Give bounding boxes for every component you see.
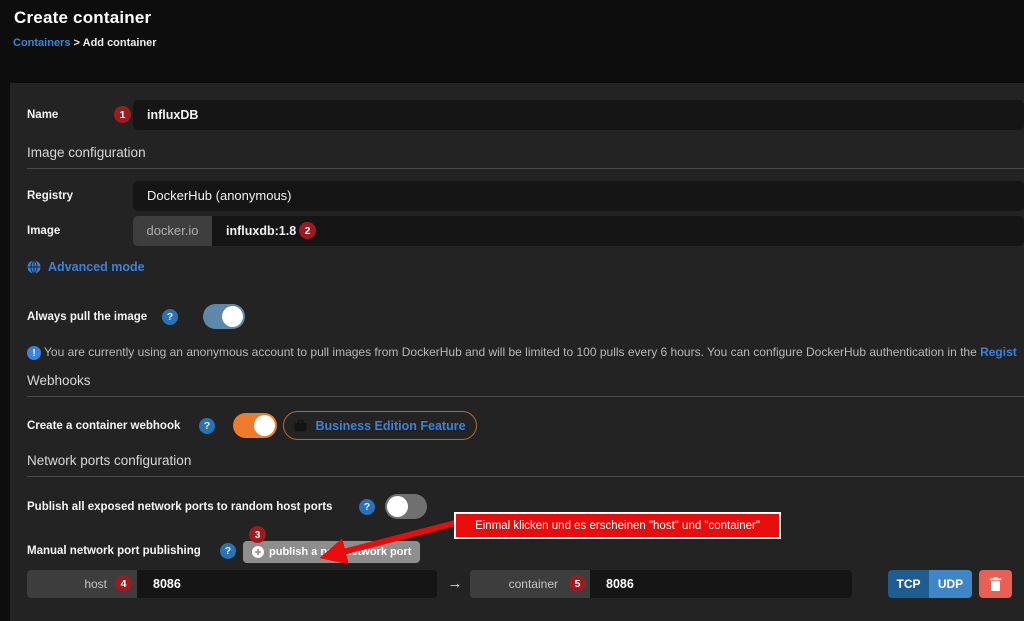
advanced-mode-label: Advanced mode [48,260,145,274]
create-webhook-toggle[interactable] [233,413,277,438]
manual-port-label: Manual network port publishing [27,545,201,557]
annotation-badge-3: 3 [249,526,266,543]
always-pull-help-icon[interactable]: ? [162,309,178,325]
image-input-group: docker.io influxdb:1.8 [133,216,1024,246]
be-feature-label: Business Edition Feature [315,419,465,433]
business-edition-feature-badge: Business Edition Feature [283,411,477,440]
breadcrumb-containers-link[interactable]: Containers [13,37,70,49]
publish-all-help-icon[interactable]: ? [359,499,375,515]
manual-port-help-icon[interactable]: ? [220,543,236,559]
always-pull-label: Always pull the image [27,311,147,323]
registries-link[interactable]: Regist [980,345,1017,359]
section-image-configuration: Image configuration [27,145,1024,169]
port-mapping-arrow-icon: → [444,570,466,598]
create-webhook-label: Create a container webhook [27,420,180,432]
advanced-mode-link[interactable]: Advanced mode [27,260,145,274]
annotation-badge-2: 2 [299,222,316,239]
breadcrumb-separator: > [74,37,80,49]
briefcase-icon [294,420,307,432]
delete-port-button[interactable] [979,570,1012,598]
toggle-knob [222,306,243,327]
annotation-badge-1: 1 [114,106,131,123]
registry-label: Registry [27,190,73,202]
tcp-button[interactable]: TCP [888,570,929,598]
annotation-badge-5: 5 [569,575,586,592]
page-title: Create container [14,8,151,28]
plus-circle-icon [252,546,264,558]
notice-text: You are currently using an anonymous acc… [44,345,980,359]
globe-icon [27,260,41,274]
trash-icon [989,577,1002,591]
name-input[interactable]: influxDB [133,100,1024,130]
image-input[interactable]: influxdb:1.8 [212,216,1024,246]
breadcrumb-current: Add container [83,37,157,49]
annotation-arrow [295,514,470,572]
annotation-badge-4: 4 [115,575,132,592]
publish-all-label: Publish all exposed network ports to ran… [27,501,332,513]
image-registry-prefix: docker.io [133,216,212,246]
anonymous-pull-notice: You are currently using an anonymous acc… [44,345,1024,359]
registry-select[interactable]: DockerHub (anonymous) [133,181,1024,211]
section-webhooks: Webhooks [27,373,1024,397]
image-label: Image [27,225,60,237]
udp-button[interactable]: UDP [929,570,972,598]
name-label: Name [27,109,58,121]
info-icon: ! [27,346,41,360]
always-pull-toggle[interactable] [203,304,245,329]
toggle-knob [254,415,275,436]
section-network-ports: Network ports configuration [27,453,1024,477]
breadcrumb: Containers > Add container [13,37,157,49]
host-port-input[interactable]: 8086 [137,570,437,598]
create-webhook-help-icon[interactable]: ? [199,418,215,434]
annotation-callout: Einmal klicken und es erscheinen "host" … [454,512,781,539]
container-port-input[interactable]: 8086 [590,570,852,598]
create-container-page: Create container Containers > Add contai… [0,0,1024,621]
